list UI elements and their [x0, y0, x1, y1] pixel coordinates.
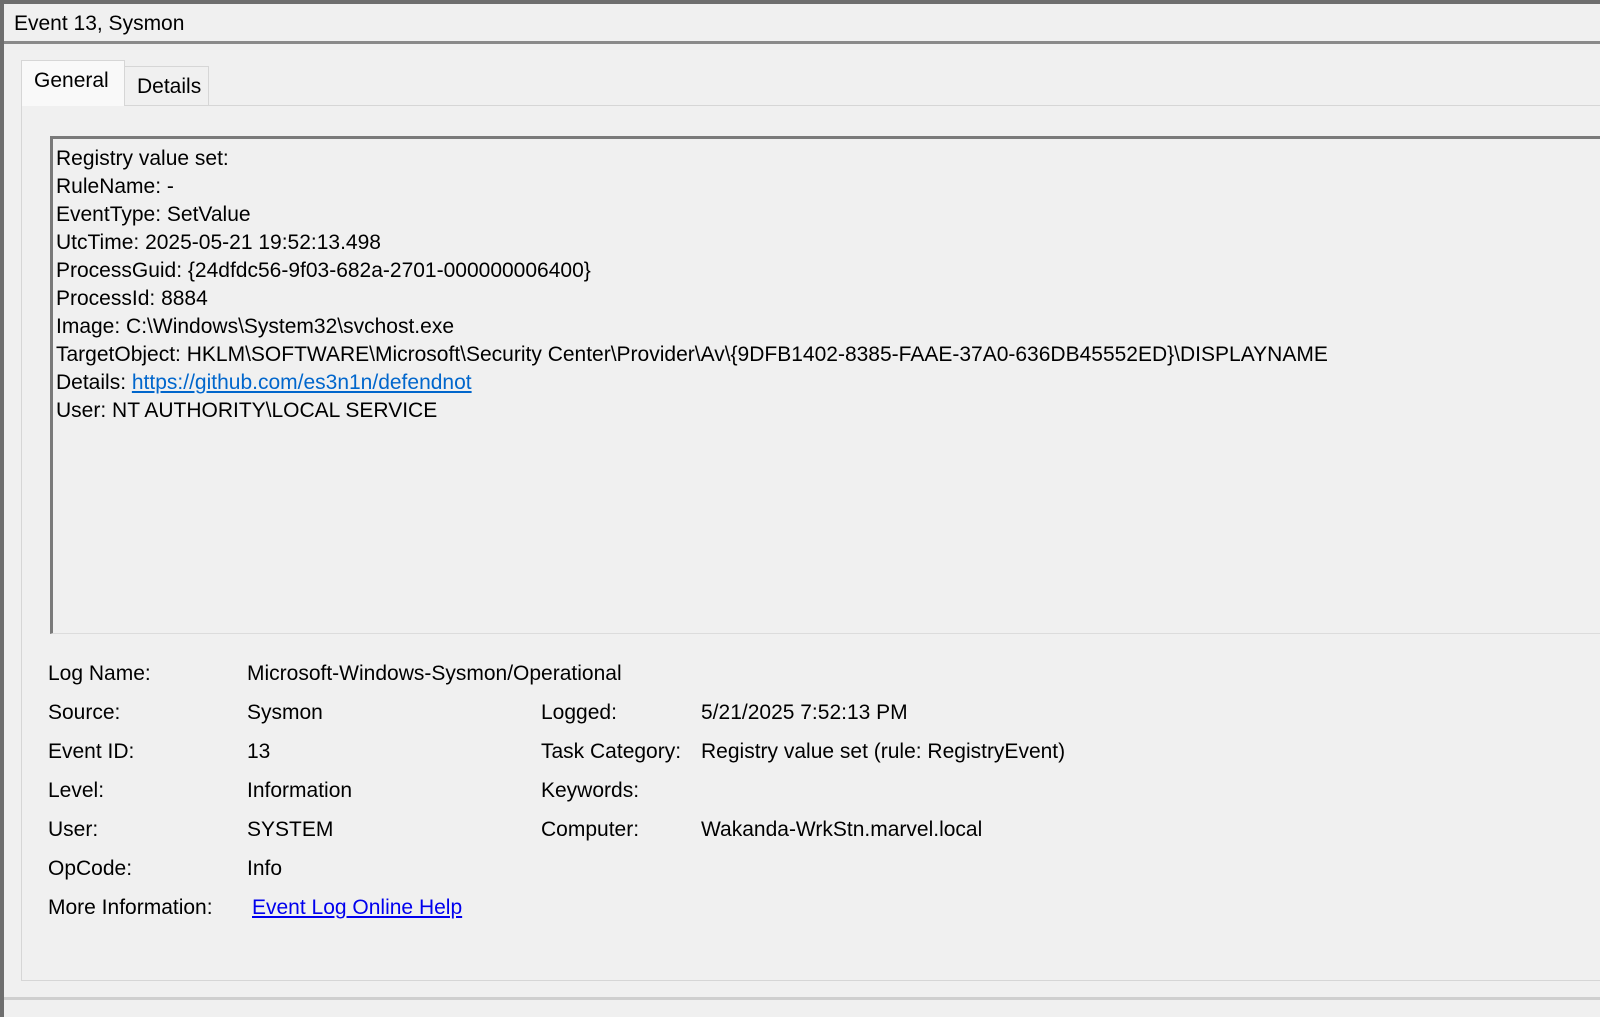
desc-header-label: Registry value set:	[56, 147, 229, 170]
log-name-value: Microsoft-Windows-Sysmon/Operational	[247, 662, 622, 685]
window-bottom-edge	[4, 997, 1600, 1000]
tab-details[interactable]: Details	[125, 66, 209, 106]
keywords-label: Keywords:	[541, 779, 640, 802]
opcode-value: Info	[247, 857, 283, 880]
details-label: Details:	[56, 371, 127, 394]
targetobject-value: HKLM\SOFTWARE\Microsoft\Security Center\…	[186, 343, 1328, 366]
desc-line-eventtype: EventType: SetValue	[56, 201, 1600, 229]
desc-line-processid: ProcessId: 8884	[56, 285, 1600, 313]
desc-line-utctime: UtcTime: 2025-05-21 19:52:13.498	[56, 229, 1600, 257]
desc-line-header: Registry value set:	[56, 145, 1600, 173]
log-name-label: Log Name:	[48, 662, 151, 685]
logged-label: Logged:	[541, 701, 617, 724]
eventtype-value: SetValue	[166, 203, 251, 226]
rulename-label: RuleName:	[56, 175, 162, 198]
window-title: Event 13, Sysmon	[14, 12, 185, 35]
processid-value: 8884	[161, 287, 208, 310]
rulename-value: -	[166, 175, 174, 198]
logged-value: 5/21/2025 7:52:13 PM	[701, 701, 908, 724]
desc-user-value: NT AUTHORITY\LOCAL SERVICE	[112, 399, 438, 422]
image-value: C:\Windows\System32\svchost.exe	[126, 315, 454, 338]
desc-user-label: User:	[56, 399, 107, 422]
processguid-label: ProcessGuid:	[56, 259, 183, 282]
desc-line-processguid: ProcessGuid: {24dfdc56-9f03-682a-2701-00…	[56, 257, 1600, 285]
utctime-label: UtcTime:	[56, 231, 140, 254]
level-label: Level:	[48, 779, 105, 802]
processid-label: ProcessId:	[56, 287, 156, 310]
tab-general[interactable]: General	[21, 60, 125, 106]
desc-line-image: Image: C:\Windows\System32\svchost.exe	[56, 313, 1600, 341]
event-id-label: Event ID:	[48, 740, 135, 763]
event-id-value: 13	[247, 740, 271, 763]
source-label: Source:	[48, 701, 121, 724]
source-value: Sysmon	[247, 701, 323, 724]
user-value: SYSTEM	[247, 818, 334, 841]
event-description-box[interactable]: Registry value set: RuleName: - EventTyp…	[50, 136, 1600, 634]
level-value: Information	[247, 779, 353, 802]
opcode-label: OpCode:	[48, 857, 133, 880]
title-bar: Event 13, Sysmon	[4, 4, 1600, 44]
eventtype-label: EventType:	[56, 203, 162, 226]
desc-line-rulename: RuleName: -	[56, 173, 1600, 201]
task-category-value: Registry value set (rule: RegistryEvent)	[701, 740, 1066, 763]
desc-line-details: Details: https://github.com/es3n1n/defen…	[56, 369, 1600, 397]
desc-line-targetobject: TargetObject: HKLM\SOFTWARE\Microsoft\Se…	[56, 341, 1600, 369]
computer-value: Wakanda-WrkStn.marvel.local	[701, 818, 983, 841]
event-log-online-help-link[interactable]: Event Log Online Help	[252, 896, 462, 920]
targetobject-label: TargetObject:	[56, 343, 181, 366]
more-information-label: More Information:	[48, 896, 213, 919]
computer-label: Computer:	[541, 818, 640, 841]
event-properties-window: Event 13, Sysmon General Details Registr…	[0, 0, 1600, 1017]
general-tab-panel: Registry value set: RuleName: - EventTyp…	[21, 105, 1600, 981]
image-label: Image:	[56, 315, 121, 338]
utctime-value: 2025-05-21 19:52:13.498	[145, 231, 381, 254]
desc-line-user: User: NT AUTHORITY\LOCAL SERVICE	[56, 397, 1600, 425]
task-category-label: Task Category:	[541, 740, 682, 763]
processguid-value: {24dfdc56-9f03-682a-2701-000000006400}	[187, 259, 591, 282]
details-link[interactable]: https://github.com/es3n1n/defendnot	[132, 371, 472, 394]
user-label: User:	[48, 818, 99, 841]
